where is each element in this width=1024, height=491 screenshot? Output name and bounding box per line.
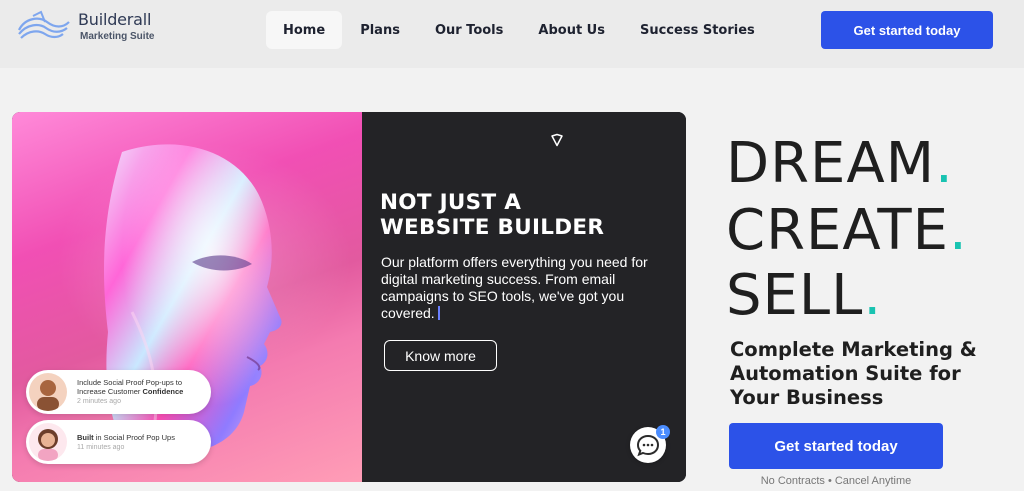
header-get-started-button[interactable]: Get started today	[821, 11, 993, 49]
hero-line-dream: DREAM.	[726, 134, 954, 194]
text-caret	[437, 306, 440, 320]
nav-success-stories[interactable]: Success Stories	[623, 11, 772, 49]
know-more-button[interactable]: Know more	[384, 340, 497, 371]
nav-our-tools[interactable]: Our Tools	[418, 11, 520, 49]
promo-headline-line-1: NOT JUST A	[380, 190, 522, 215]
chat-notification-badge: 1	[656, 425, 670, 439]
hero-line-sell: SELL.	[726, 266, 882, 326]
hero-line-create: CREATE.	[726, 201, 968, 261]
hero-subtitle: Complete Marketing & Automation Suite fo…	[730, 338, 977, 409]
chrome-face-artwork: Include Social Proof Pop-ups to Increase…	[12, 112, 362, 482]
nav-about-us[interactable]: About Us	[521, 11, 622, 49]
proof-1-time: 2 minutes ago	[77, 398, 121, 405]
nav-plans[interactable]: Plans	[343, 11, 417, 49]
proof-1-highlight: Confidence	[142, 387, 184, 396]
nav-home[interactable]: Home	[266, 11, 343, 49]
social-proof-popup-2[interactable]: Built in Social Proof Pop Ups 11 minutes…	[26, 420, 211, 464]
avatar-woman	[29, 423, 67, 461]
social-proof-text-1: Include Social Proof Pop-ups to Increase…	[77, 378, 209, 406]
social-proof-popup-1[interactable]: Include Social Proof Pop-ups to Increase…	[26, 370, 211, 414]
accent-dot: .	[948, 198, 968, 263]
brand-name: Builderall	[78, 10, 152, 29]
brand-tagline: Marketing Suite	[80, 31, 155, 42]
builderall-logo-icon	[18, 10, 70, 39]
proof-2-time: 11 minutes ago	[77, 444, 125, 451]
social-proof-text-2: Built in Social Proof Pop Ups 11 minutes…	[77, 433, 209, 452]
proof-2-highlight: Built	[77, 433, 94, 442]
hero-word-dream: DREAM	[726, 131, 936, 196]
avatar-man	[29, 373, 67, 411]
hero-word-sell: SELL	[726, 263, 864, 328]
promo-body-text: Our platform offers everything you need …	[381, 254, 648, 321]
hero-note: No Contracts • Cancel Anytime	[760, 475, 912, 487]
promo-headline: NOT JUST A WEBSITE BUILDER	[380, 190, 680, 240]
brand-logo[interactable]: Builderall Marketing Suite	[15, 10, 154, 44]
promo-body: Our platform offers everything you need …	[381, 254, 671, 322]
promo-card: Include Social Proof Pop-ups to Increase…	[12, 112, 686, 482]
accent-dot: .	[935, 131, 954, 196]
site-header: Builderall Marketing Suite Home Plans Ou…	[0, 0, 1024, 68]
accent-dot: .	[863, 263, 883, 328]
promo-headline-line-2: WEBSITE BUILDER	[380, 215, 605, 240]
proof-2-message: in Social Proof Pop Ups	[93, 433, 175, 442]
hero-word-create: CREATE	[726, 198, 949, 263]
shield-icon	[551, 133, 563, 147]
hero-get-started-button[interactable]: Get started today	[729, 423, 943, 469]
main-nav: Home Plans Our Tools About Us Success St…	[266, 11, 773, 49]
logo-text: Builderall Marketing Suite	[78, 12, 154, 42]
